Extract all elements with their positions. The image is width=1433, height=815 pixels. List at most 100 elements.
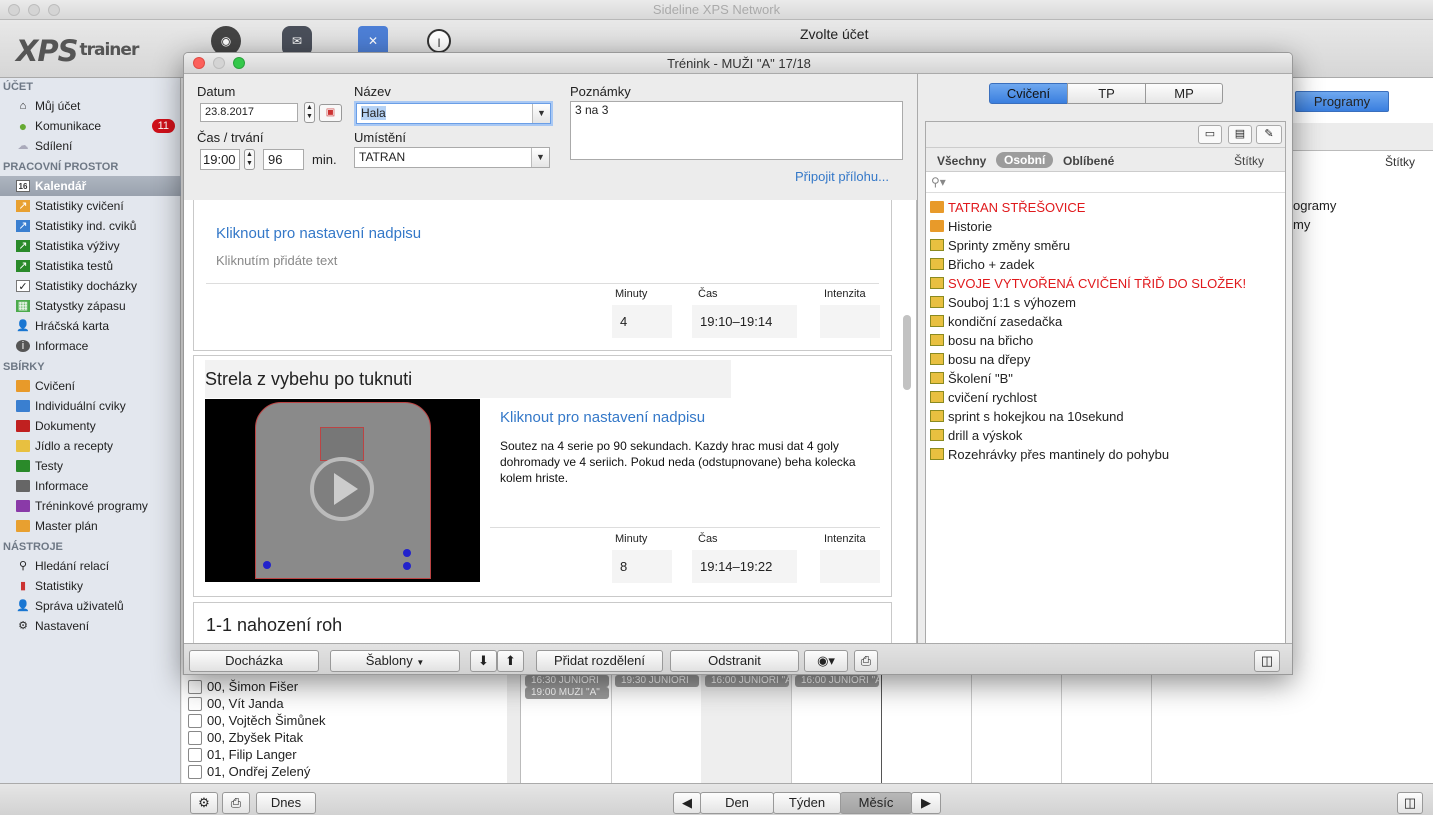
- filter-personal[interactable]: Osobní: [996, 152, 1054, 168]
- library-item[interactable]: Školení "B": [930, 369, 1013, 388]
- card-body-text[interactable]: Soutez na 4 serie po 90 sekundach. Kazdy…: [500, 438, 880, 486]
- print-icon[interactable]: ⎙: [854, 650, 878, 672]
- tab-exercises[interactable]: Cvičení: [989, 83, 1068, 104]
- play-icon[interactable]: [310, 457, 374, 521]
- power-icon[interactable]: I: [427, 29, 451, 53]
- player-row[interactable]: 00, Šimon Fišer: [188, 678, 298, 695]
- today-button[interactable]: Dnes: [256, 792, 316, 814]
- sidebar-item-player-card[interactable]: 👤 Hráčská karta: [0, 316, 181, 336]
- library-item[interactable]: Břicho + zadek: [930, 255, 1034, 274]
- library-item[interactable]: kondiční zasedačka: [930, 312, 1062, 331]
- templates-dropdown[interactable]: Šablony ▼: [330, 650, 460, 672]
- player-row[interactable]: 01, Filip Langer: [188, 746, 297, 763]
- plan-scrollbar[interactable]: [903, 315, 911, 390]
- new-item-icon[interactable]: ▤: [1228, 125, 1252, 144]
- next-button[interactable]: ▶: [911, 792, 941, 814]
- filter-all[interactable]: Všechny: [937, 154, 986, 168]
- library-item[interactable]: bosu na břicho: [930, 331, 1033, 350]
- dialog-minimize-button[interactable]: [213, 57, 225, 69]
- library-item[interactable]: Historie: [930, 217, 992, 236]
- player-row[interactable]: 00, Vít Janda: [188, 695, 284, 712]
- library-item[interactable]: Sprinty změny směru: [930, 236, 1070, 255]
- filter-favorites[interactable]: Oblíbené: [1063, 154, 1114, 168]
- card-heading-link[interactable]: Kliknout pro nastavení nadpisu: [216, 225, 421, 242]
- dialog-zoom-button[interactable]: [233, 57, 245, 69]
- sidebar-item-exercises[interactable]: Cvičení: [0, 376, 181, 396]
- calendar-event[interactable]: 16:00 JUNIOŘI "A": [705, 675, 789, 687]
- minutes-cell[interactable]: 4: [612, 305, 672, 338]
- player-row[interactable]: 01, Ondřej Zelený: [188, 763, 310, 780]
- print-button[interactable]: ⎙: [222, 792, 250, 814]
- search-icon[interactable]: ⚲▾: [931, 175, 946, 189]
- sidebar-item-training-programs[interactable]: Tréninkové programy: [0, 496, 181, 516]
- attendance-button[interactable]: Docházka: [189, 650, 319, 672]
- library-item[interactable]: sprint s hokejkou na 10sekund: [930, 407, 1124, 426]
- prev-button[interactable]: ◀: [673, 792, 701, 814]
- player-row[interactable]: 00, Vojtěch Šimůnek: [188, 712, 326, 729]
- name-combo[interactable]: Hala ▼: [356, 103, 551, 124]
- sidebar-item-documents[interactable]: Dokumenty: [0, 416, 181, 436]
- time-field[interactable]: 19:00: [200, 149, 240, 170]
- calendar-event[interactable]: 19:00 MUŽI "A": [525, 687, 609, 699]
- sidebar-item-information[interactable]: i Informace: [0, 336, 181, 356]
- move-up-icon[interactable]: ⬆: [497, 650, 524, 672]
- duration-field[interactable]: 96: [263, 149, 304, 170]
- programs-button[interactable]: Programy: [1295, 91, 1389, 112]
- library-item[interactable]: cvičení rychlost: [930, 388, 1037, 407]
- player-row[interactable]: 00, Zbyšek Pitak: [188, 729, 303, 746]
- sidebar-item-test-stats[interactable]: ↗ Statistika testů: [0, 256, 181, 276]
- remove-button[interactable]: Odstranit: [670, 650, 799, 672]
- date-field[interactable]: 23.8.2017: [200, 103, 298, 122]
- account-selector-label[interactable]: Zvolte účet: [800, 26, 868, 42]
- sidebar-item-user-management[interactable]: 👤 Správa uživatelů: [0, 596, 181, 616]
- notes-textarea[interactable]: 3 na 3: [570, 101, 903, 160]
- sidebar-item-match-stats[interactable]: ▦ Statystky zápasu: [0, 296, 181, 316]
- sidebar-item-master-plan[interactable]: Master plán: [0, 516, 181, 536]
- panel-toggle-icon[interactable]: ◫: [1254, 650, 1280, 672]
- sidebar-item-food-recipes[interactable]: Jídlo a recepty: [0, 436, 181, 456]
- sidebar-item-ind-stats[interactable]: ↗ Statistiky ind. cviků: [0, 216, 181, 236]
- exercise-video[interactable]: [205, 399, 480, 582]
- chevron-down-icon[interactable]: ▼: [531, 148, 549, 167]
- time-stepper[interactable]: ▲ ▼: [244, 149, 255, 170]
- calendar-event[interactable]: 16:30 JUNIOŘI: [525, 675, 609, 687]
- calendar-event[interactable]: 16:00 JUNIOŘI "A": [795, 675, 879, 687]
- sidebar-item-statistics[interactable]: ▮ Statistiky: [0, 576, 181, 596]
- sidebar-item-individual-drills[interactable]: Individuální cviky: [0, 396, 181, 416]
- edit-pencil-icon[interactable]: ✎: [1256, 125, 1282, 144]
- tags-dropdown[interactable]: Štítky: [1234, 154, 1264, 168]
- panel-toggle-button[interactable]: ◫: [1397, 792, 1423, 814]
- chevron-down-icon[interactable]: ▼: [532, 104, 550, 123]
- library-item[interactable]: TATRAN STŘEŠOVICE: [930, 198, 1085, 217]
- sidebar-item-nutrition-stats[interactable]: ↗ Statistika výživy: [0, 236, 181, 256]
- day-view-button[interactable]: Den: [700, 792, 774, 814]
- new-folder-icon[interactable]: ▭: [1198, 125, 1222, 144]
- sidebar-item-attendance-stats[interactable]: ✓ Statistiky docházky: [0, 276, 181, 296]
- sidebar-item-info-collection[interactable]: Informace: [0, 476, 181, 496]
- zoom-window-button[interactable]: [48, 4, 60, 16]
- library-item[interactable]: drill a výskok: [930, 426, 1022, 445]
- card-heading-link[interactable]: Kliknout pro nastavení nadpisu: [500, 409, 705, 426]
- intensity-cell[interactable]: [820, 550, 880, 583]
- close-window-button[interactable]: [8, 4, 20, 16]
- settings-gear-button[interactable]: ⚙: [190, 792, 218, 814]
- sidebar-item-session-search[interactable]: ⚲ Hledání relací: [0, 556, 181, 576]
- calendar-picker-icon[interactable]: ▣: [319, 104, 342, 122]
- background-tags[interactable]: Štítky: [1385, 155, 1415, 169]
- sidebar-item-calendar[interactable]: 16 Kalendář: [0, 176, 181, 196]
- date-stepper[interactable]: ▲ ▼: [304, 102, 315, 123]
- card-title[interactable]: 1-1 nahození roh: [206, 615, 342, 636]
- tab-mp[interactable]: MP: [1145, 83, 1223, 104]
- week-view-button[interactable]: Týden: [773, 792, 841, 814]
- sidebar-item-my-account[interactable]: ⌂ Můj účet: [0, 96, 181, 116]
- intensity-cell[interactable]: [820, 305, 880, 338]
- library-item[interactable]: bosu na dřepy: [930, 350, 1030, 369]
- month-view-button[interactable]: Měsíc: [840, 792, 912, 814]
- sidebar-item-sharing[interactable]: ☁ Sdílení: [0, 136, 181, 156]
- card-title[interactable]: Strela z vybehu po tuknuti: [205, 360, 731, 398]
- move-down-icon[interactable]: ⬇: [470, 650, 497, 672]
- view-eye-icon[interactable]: ◉▾: [804, 650, 848, 672]
- sidebar-item-settings[interactable]: ⚙ Nastavení: [0, 616, 181, 636]
- dialog-close-button[interactable]: [193, 57, 205, 69]
- library-item[interactable]: Souboj 1:1 s výhozem: [930, 293, 1076, 312]
